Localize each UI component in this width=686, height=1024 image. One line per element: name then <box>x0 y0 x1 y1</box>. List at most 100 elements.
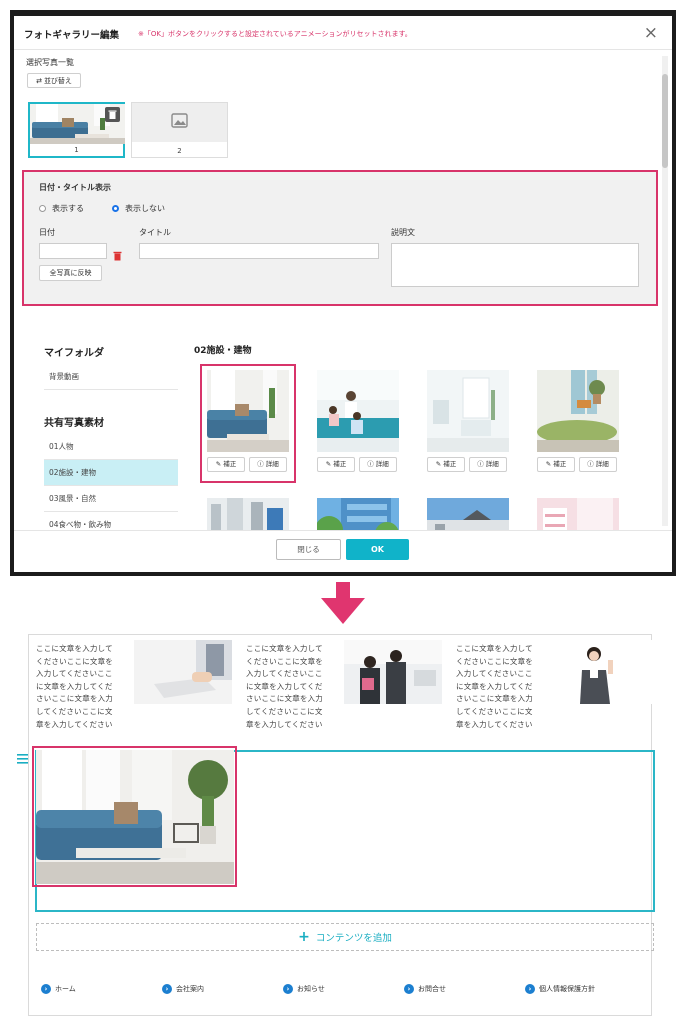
dialog-body: 選択写真一覧 ⇄ 並び替え 1 2 日付・タイトル表示 表示する 表示しない 日… <box>14 50 672 530</box>
radio-hide-label: 表示しない <box>125 204 165 213</box>
text-line: してくださいここに文 <box>36 706 113 716</box>
text-line: さいここに文章を入力 <box>246 694 323 704</box>
detail-photo-button[interactable]: ⓘ 詳細 <box>359 457 397 472</box>
text-line: 入力してくださいここ <box>246 669 323 679</box>
selected-photo-thumb-2[interactable]: 2 <box>131 102 228 158</box>
text-line: ここに文章を入力して <box>246 644 323 653</box>
family-photo <box>317 370 399 452</box>
arrow-down-icon <box>321 582 365 624</box>
plus-icon: + <box>298 929 310 945</box>
date-input[interactable] <box>39 243 107 259</box>
text-line: 章を入力してください <box>36 719 113 729</box>
dialog-title: フォトギャラリー編集 <box>24 30 120 41</box>
nav-label: お知らせ <box>297 985 325 993</box>
text-line: ここに文章を入力して <box>456 644 533 653</box>
shared-heading: 共有写真素材 <box>44 418 104 429</box>
info-icon: ⓘ <box>587 460 594 468</box>
folder-item-people[interactable]: 01人物 <box>44 434 178 460</box>
edit-photo-button[interactable]: ✎ 補正 <box>427 457 465 472</box>
bathroom-photo <box>427 370 509 452</box>
date-label: 日付 <box>39 228 55 237</box>
text-line: ここに文章を入力して <box>36 644 113 653</box>
wand-icon: ✎ <box>435 460 442 468</box>
folder-item-scenery[interactable]: 03風景・自然 <box>44 486 178 512</box>
selected-photo-highlight <box>200 364 296 483</box>
nav-label: お問合せ <box>418 985 446 993</box>
text-block-2: ここに文章を入力して くださいここに文章を 入力してくださいここ に文章を入力し… <box>246 643 334 731</box>
detail-photo-button[interactable]: ⓘ 詳細 <box>579 457 617 472</box>
description-label: 説明文 <box>391 228 415 237</box>
text-block-1: ここに文章を入力して くださいここに文章を 入力してくださいここ に文章を入力し… <box>36 643 124 731</box>
dialog-header: フォトギャラリー編集 ※「OK」ボタンをクリックすると設定されているアニメーショ… <box>14 16 672 50</box>
block-menu-icon[interactable] <box>15 751 31 767</box>
nav-link-company[interactable]: › 会社案内 <box>162 984 204 994</box>
text-line: に文章を入力してくだ <box>456 681 533 691</box>
close-button[interactable]: 閉じる <box>276 539 341 560</box>
gallery-photo-2[interactable]: ✎ 補正 ⓘ 詳細 <box>317 370 399 472</box>
radio-show[interactable] <box>39 205 46 212</box>
sort-button[interactable]: ⇄ 並び替え <box>27 73 81 88</box>
gallery-photo-4[interactable]: ✎ 補正 ⓘ 詳細 <box>537 370 619 472</box>
detail-photo-button[interactable]: ⓘ 詳細 <box>469 457 507 472</box>
gallery-photo-7[interactable] <box>427 498 509 530</box>
nav-link-privacy[interactable]: › 個人情報保護方針 <box>525 984 595 994</box>
settings-heading: 日付・タイトル表示 <box>39 183 111 192</box>
delete-photo-icon[interactable] <box>105 107 120 122</box>
gallery-photo-5[interactable] <box>207 498 289 530</box>
description-textarea[interactable] <box>391 243 639 287</box>
photo-gallery-dialog: フォトギャラリー編集 ※「OK」ボタンをクリックすると設定されているアニメーショ… <box>14 16 672 572</box>
edit-photo-button[interactable]: ✎ 補正 <box>317 457 355 472</box>
folder-item-food[interactable]: 04食べ物・飲み物 <box>44 512 178 530</box>
text-line: に文章を入力してくだ <box>36 681 113 691</box>
sort-button-label: 並び替え <box>43 76 72 85</box>
photo-actions: ✎ 補正 ⓘ 詳細 <box>317 457 399 472</box>
folder-item-bg-video[interactable]: 背景動画 <box>44 364 178 390</box>
ok-button[interactable]: OK <box>346 539 409 560</box>
edit-label: 補正 <box>443 460 457 468</box>
chevron-right-icon: › <box>525 984 535 994</box>
radio-hide[interactable] <box>112 205 119 212</box>
business-people-photo <box>344 640 442 704</box>
add-content-label: コンテンツを追加 <box>315 933 392 944</box>
close-icon[interactable]: × <box>644 23 658 43</box>
info-icon: ⓘ <box>367 460 374 468</box>
photo-actions: ✎ 補正 ⓘ 詳細 <box>537 457 619 472</box>
thumb-number: 2 <box>177 147 182 155</box>
clear-date-icon[interactable] <box>113 246 122 265</box>
dialog-scrollbar[interactable] <box>662 56 668 526</box>
lab-building-photo <box>207 498 289 530</box>
nav-label: 会社案内 <box>176 985 204 993</box>
hero-photo-highlight <box>32 746 237 887</box>
text-line: くださいここに文章を <box>246 656 323 666</box>
selected-photo-thumb-1[interactable]: 1 <box>28 102 125 158</box>
green-room-photo <box>537 370 619 452</box>
info-icon: ⓘ <box>477 460 484 468</box>
sort-icon: ⇄ <box>36 76 42 85</box>
wand-icon: ✎ <box>545 460 552 468</box>
title-input[interactable] <box>139 243 379 259</box>
chevron-right-icon: › <box>162 984 172 994</box>
glass-building-photo <box>317 498 399 530</box>
nav-link-contact[interactable]: › お問合せ <box>404 984 446 994</box>
gallery-photo-8[interactable] <box>537 498 619 530</box>
gallery-photo-6[interactable] <box>317 498 399 530</box>
add-content-button[interactable]: + コンテンツを追加 <box>36 923 654 951</box>
edit-label: 補正 <box>553 460 567 468</box>
edit-photo-button[interactable]: ✎ 補正 <box>537 457 575 472</box>
nav-link-home[interactable]: › ホーム <box>41 984 76 994</box>
text-line: くださいここに文章を <box>36 656 113 666</box>
scrollbar-thumb[interactable] <box>662 74 668 168</box>
nav-label: 個人情報保護方針 <box>539 985 595 993</box>
gallery-photo-3[interactable]: ✎ 補正 ⓘ 詳細 <box>427 370 509 472</box>
pink-shelf-photo <box>537 498 619 530</box>
laptop-photo <box>134 640 232 704</box>
receptionist-photo <box>554 640 652 704</box>
date-title-settings: 日付・タイトル表示 表示する 表示しない 日付 タイトル 説明文 全写真に反映 <box>22 170 658 306</box>
radio-show-label: 表示する <box>52 204 84 213</box>
folder-item-buildings[interactable]: 02施設・建物 <box>44 460 178 486</box>
nav-link-news[interactable]: › お知らせ <box>283 984 325 994</box>
text-block-3: ここに文章を入力して くださいここに文章を 入力してくださいここ に文章を入力し… <box>456 643 544 731</box>
detail-label: 詳細 <box>485 460 499 468</box>
residential-photo <box>427 498 509 530</box>
apply-all-button[interactable]: 全写真に反映 <box>39 265 102 281</box>
